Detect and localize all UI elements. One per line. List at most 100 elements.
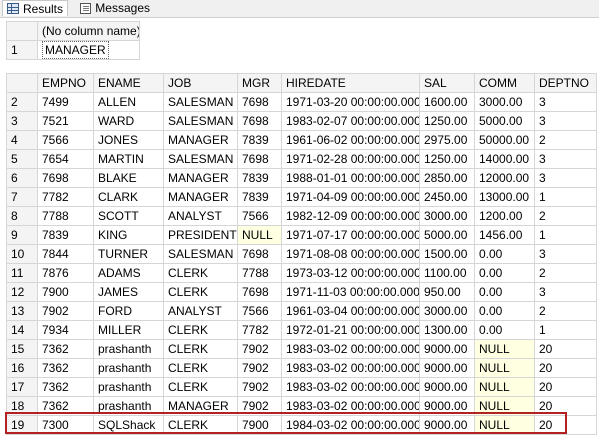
table-cell[interactable]: 0.00 xyxy=(474,320,535,340)
table-cell[interactable]: 1983-03-02 00:00:00.000 xyxy=(281,358,420,378)
table-cell[interactable]: 1 xyxy=(534,225,597,245)
table-cell[interactable]: 3 xyxy=(534,149,597,169)
table-cell[interactable]: CLERK xyxy=(163,339,238,359)
table-row[interactable]: 5 7654 MARTIN SALESMAN 7698 1971-02-28 00:00:… xyxy=(6,149,597,169)
table-row[interactable]: 14 7934 MILLER CLERK 7782 1972-01-21 00:00:00… xyxy=(6,320,597,340)
table-row[interactable]: 10 7844 TURNER SALESMAN 7698 1971-08-08 00:00… xyxy=(6,244,597,264)
table-cell[interactable]: 1250.00 xyxy=(419,149,475,169)
table-cell[interactable]: 7362 xyxy=(37,377,94,397)
table-cell[interactable]: 1 xyxy=(534,320,597,340)
table-cell[interactable]: prashanth xyxy=(93,396,164,416)
table-cell[interactable]: ANALYST xyxy=(163,206,238,226)
row-number[interactable]: 7 xyxy=(6,187,38,207)
table-cell[interactable]: 50000.00 xyxy=(474,130,535,150)
null-cell[interactable]: NULL xyxy=(474,415,535,435)
table-cell[interactable]: 7698 xyxy=(237,244,282,264)
null-cell[interactable]: NULL xyxy=(474,377,535,397)
table-cell[interactable]: 20 xyxy=(534,415,597,435)
table-cell[interactable]: 0.00 xyxy=(474,282,535,302)
column-header-empno[interactable]: EMPNO xyxy=(37,73,94,93)
table-cell[interactable]: CLERK xyxy=(163,377,238,397)
table-cell[interactable]: 1961-06-02 00:00:00.000 xyxy=(281,130,420,150)
table-cell[interactable]: 7499 xyxy=(37,92,94,112)
table-cell[interactable]: CLERK xyxy=(163,415,238,435)
table-cell[interactable]: 3 xyxy=(534,92,597,112)
table-cell[interactable]: 1971-08-08 00:00:00.000 xyxy=(281,244,420,264)
table-cell[interactable]: 9000.00 xyxy=(419,339,475,359)
row-number[interactable]: 13 xyxy=(6,301,38,321)
table-cell[interactable]: 7782 xyxy=(37,187,94,207)
table-row[interactable]: 13 7902 FORD ANALYST 7566 1961-03-04 00:00:00… xyxy=(6,301,597,321)
table-cell[interactable]: 7839 xyxy=(237,130,282,150)
row-number[interactable]: 15 xyxy=(6,339,38,359)
table-cell[interactable]: 2975.00 xyxy=(419,130,475,150)
table-cell[interactable]: MANAGER xyxy=(163,130,238,150)
tab-results[interactable]: Results xyxy=(2,0,68,16)
table-cell[interactable]: MANAGER xyxy=(163,187,238,207)
table-cell[interactable]: TURNER xyxy=(93,244,164,264)
table-cell[interactable]: 7300 xyxy=(37,415,94,435)
table-cell[interactable]: SALESMAN xyxy=(163,92,238,112)
table-cell[interactable]: 1456.00 xyxy=(474,225,535,245)
table-cell[interactable]: 1983-03-02 00:00:00.000 xyxy=(281,377,420,397)
table-cell[interactable]: 9000.00 xyxy=(419,358,475,378)
table-cell[interactable]: 7698 xyxy=(237,92,282,112)
table-cell[interactable]: 7902 xyxy=(37,301,94,321)
row-number[interactable]: 5 xyxy=(6,149,38,169)
table-cell[interactable]: 2450.00 xyxy=(419,187,475,207)
table-cell[interactable]: prashanth xyxy=(93,358,164,378)
table-cell[interactable]: SCOTT xyxy=(93,206,164,226)
table-cell[interactable]: 7698 xyxy=(237,282,282,302)
table-cell[interactable]: 9000.00 xyxy=(419,377,475,397)
table-cell[interactable]: 12000.00 xyxy=(474,168,535,188)
table-cell[interactable]: ANALYST xyxy=(163,301,238,321)
row-number[interactable]: 19 xyxy=(6,415,38,435)
table-cell[interactable]: WARD xyxy=(93,111,164,131)
table-cell[interactable]: 0.00 xyxy=(474,263,535,283)
highlighted-table-row[interactable]: 19 7300 SQLShack CLERK 7900 1984-03-02 00:00:… xyxy=(6,415,597,435)
table-cell[interactable]: 3 xyxy=(534,282,597,302)
row-number[interactable]: 12 xyxy=(6,282,38,302)
table-cell[interactable]: 1100.00 xyxy=(419,263,475,283)
column-header-deptno[interactable]: DEPTNO xyxy=(534,73,597,93)
column-header-comm[interactable]: COMM xyxy=(474,73,535,93)
table-cell[interactable]: 7900 xyxy=(237,415,282,435)
table-cell[interactable]: MANAGER xyxy=(37,40,140,60)
table-cell[interactable]: 5000.00 xyxy=(419,225,475,245)
table-cell[interactable]: 7839 xyxy=(237,187,282,207)
table-cell[interactable]: 2 xyxy=(534,301,597,321)
table-cell[interactable]: ALLEN xyxy=(93,92,164,112)
table-cell[interactable]: 7362 xyxy=(37,339,94,359)
table-cell[interactable]: 2 xyxy=(534,263,597,283)
table-cell[interactable]: 9000.00 xyxy=(419,396,475,416)
table-cell[interactable]: SALESMAN xyxy=(163,149,238,169)
row-number[interactable]: 17 xyxy=(6,377,38,397)
table-cell[interactable]: PRESIDENT xyxy=(163,225,238,245)
table-cell[interactable]: 7566 xyxy=(37,130,94,150)
column-header[interactable]: (No column name) xyxy=(37,21,140,41)
row-number-header[interactable] xyxy=(6,21,38,41)
table-cell[interactable]: 7902 xyxy=(237,358,282,378)
table-cell[interactable]: MANAGER xyxy=(163,168,238,188)
table-cell[interactable]: 1983-03-02 00:00:00.000 xyxy=(281,339,420,359)
table-cell[interactable]: 3 xyxy=(534,244,597,264)
row-number[interactable]: 11 xyxy=(6,263,38,283)
table-cell[interactable]: SALESMAN xyxy=(163,111,238,131)
table-cell[interactable]: 9000.00 xyxy=(419,415,475,435)
table-cell[interactable]: CLERK xyxy=(163,282,238,302)
table-cell[interactable]: 1200.00 xyxy=(474,206,535,226)
table-cell[interactable]: CLERK xyxy=(163,320,238,340)
table-cell[interactable]: 1984-03-02 00:00:00.000 xyxy=(281,415,420,435)
row-number[interactable]: 9 xyxy=(6,225,38,245)
row-number[interactable]: 14 xyxy=(6,320,38,340)
table-cell[interactable]: 7782 xyxy=(237,320,282,340)
table-cell[interactable]: 14000.00 xyxy=(474,149,535,169)
table-row[interactable]: 9 7839 KING PRESIDENT NULL 1971-07-17 00:00:0… xyxy=(6,225,597,245)
table-cell[interactable]: 20 xyxy=(534,396,597,416)
table-cell[interactable]: SALESMAN xyxy=(163,244,238,264)
table-cell[interactable]: 7839 xyxy=(37,225,94,245)
table-row[interactable]: 12 7900 JAMES CLERK 7698 1971-11-03 00:00:00.… xyxy=(6,282,597,302)
column-header-ename[interactable]: ENAME xyxy=(93,73,164,93)
row-number[interactable]: 6 xyxy=(6,168,38,188)
table-cell[interactable]: 1971-11-03 00:00:00.000 xyxy=(281,282,420,302)
